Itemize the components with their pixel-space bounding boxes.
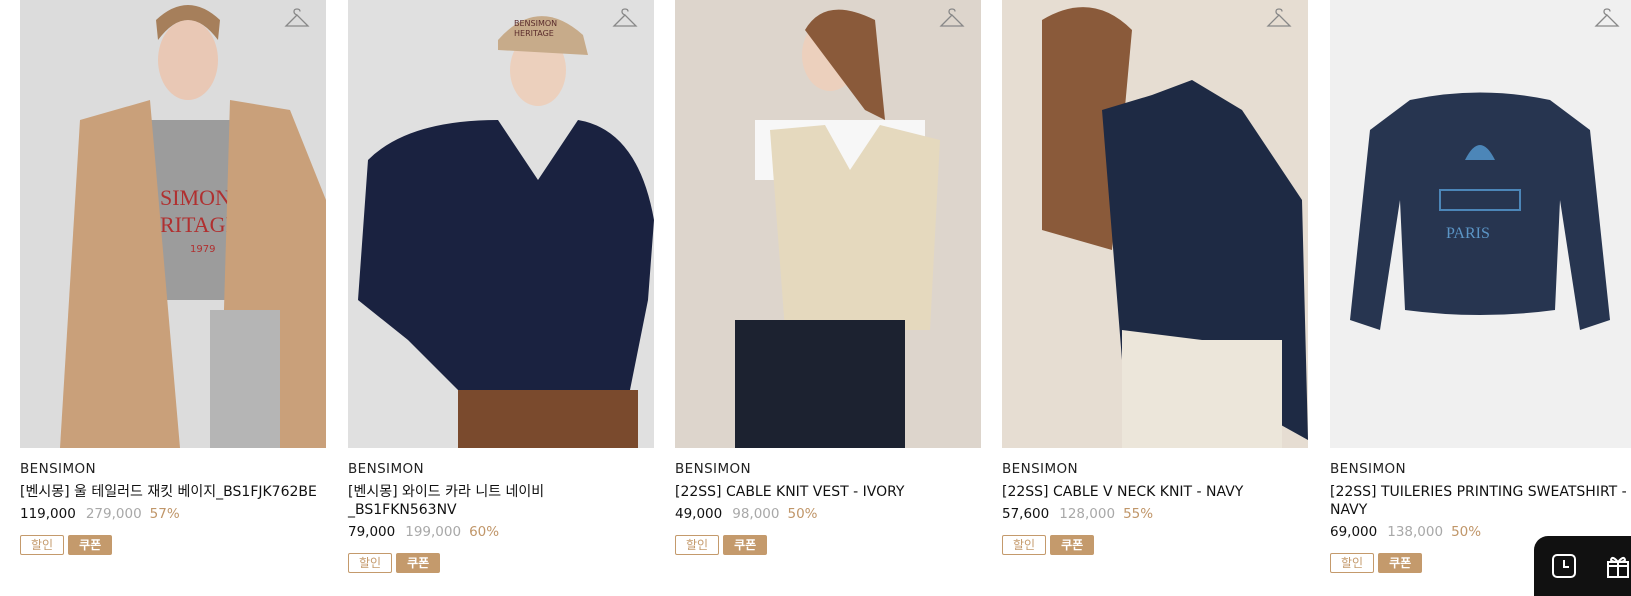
product-brand: BENSIMON — [1330, 461, 1407, 477]
coupon-badge: 쿠폰 — [1378, 553, 1423, 573]
coupon-badge: 쿠폰 — [1050, 535, 1095, 555]
cap-print-line2: HERITAGE — [514, 29, 554, 38]
product-card[interactable]: BENSIMON [22SS] CABLE V NECK KNIT - NAVY… — [1002, 0, 1308, 555]
sweater-print-line1: SIMON — [160, 185, 231, 210]
sweatshirt-print-text: PARIS — [1446, 225, 1490, 242]
hanger-icon[interactable] — [1594, 8, 1620, 30]
product-photo — [675, 0, 981, 448]
product-brand: BENSIMON — [675, 461, 752, 477]
product-image[interactable] — [675, 0, 981, 448]
tag-row: 할인 쿠폰 — [20, 535, 326, 555]
sale-badge: 할인 — [348, 553, 393, 573]
sale-badge: 할인 — [675, 535, 720, 555]
discount-rate: 60% — [469, 524, 500, 540]
product-name[interactable]: [22SS] TUILERIES PRINTING SWEATSHIRT - N… — [1330, 483, 1630, 519]
sale-price: 49,000 — [675, 506, 723, 522]
price-row: 57,600 128,000 55% — [1002, 505, 1308, 523]
product-brand: BENSIMON — [20, 461, 97, 477]
original-price: 138,000 — [1387, 524, 1444, 540]
product-brand: BENSIMON — [348, 461, 425, 477]
discount-rate: 50% — [1451, 524, 1482, 540]
product-photo — [1002, 0, 1308, 448]
product-image[interactable]: BENSIMON HERITAGE — [348, 0, 654, 448]
product-brand: BENSIMON — [1002, 461, 1079, 477]
cap-print-line1: BENSIMON — [514, 19, 557, 28]
product-photo: BENSIMON HERITAGE — [348, 0, 654, 448]
discount-rate: 50% — [787, 506, 818, 522]
sweater-print-line3: 1979 — [190, 244, 215, 255]
gift-icon[interactable] — [1604, 552, 1631, 580]
hanger-icon[interactable] — [1266, 8, 1292, 30]
price-row: 79,000 199,000 60% — [348, 523, 654, 541]
price-row: 119,000 279,000 57% — [20, 505, 326, 523]
discount-rate: 55% — [1123, 506, 1154, 522]
product-card[interactable]: PARIS BENSIMON [22SS] TUILERIES PRINTING… — [1330, 0, 1631, 573]
product-card[interactable]: BENSIMON [22SS] CABLE KNIT VEST - IVORY … — [675, 0, 981, 555]
product-name[interactable]: [22SS] CABLE KNIT VEST - IVORY — [675, 483, 975, 501]
tag-row: 할인 쿠폰 — [348, 553, 654, 573]
product-image[interactable]: PARIS — [1330, 0, 1631, 448]
sale-badge: 할인 — [1330, 553, 1375, 573]
product-photo: SIMON RITAGE 1979 — [20, 0, 326, 448]
sale-badge: 할인 — [1002, 535, 1047, 555]
tag-row: 할인 쿠폰 — [675, 535, 981, 555]
original-price: 279,000 — [85, 506, 142, 522]
quick-dock — [1534, 536, 1631, 596]
product-name[interactable]: [22SS] CABLE V NECK KNIT - NAVY — [1002, 483, 1302, 501]
product-card[interactable]: BENSIMON HERITAGE BENSIMON [벤시몽] 와이드 카라 … — [348, 0, 654, 573]
coupon-badge: 쿠폰 — [723, 535, 768, 555]
product-name[interactable]: [벤시몽] 와이드 카라 니트 네이비_BS1FKN563NV — [348, 483, 648, 519]
sale-price: 57,600 — [1002, 506, 1050, 522]
sale-price: 69,000 — [1330, 524, 1378, 540]
product-card[interactable]: SIMON RITAGE 1979 BENSIMON [벤시몽] 울 테일러드 … — [20, 0, 326, 555]
product-name[interactable]: [벤시몽] 울 테일러드 재킷 베이지_BS1FJK762BE — [20, 483, 320, 501]
hanger-icon[interactable] — [284, 8, 310, 30]
tag-row: 할인 쿠폰 — [1002, 535, 1308, 555]
sale-price: 79,000 — [348, 524, 396, 540]
product-grid: SIMON RITAGE 1979 BENSIMON [벤시몽] 울 테일러드 … — [0, 0, 1631, 587]
product-photo: PARIS — [1330, 0, 1631, 448]
coupon-badge: 쿠폰 — [396, 553, 441, 573]
original-price: 128,000 — [1059, 506, 1116, 522]
original-price: 98,000 — [732, 506, 780, 522]
hanger-icon[interactable] — [612, 8, 638, 30]
product-image[interactable]: SIMON RITAGE 1979 — [20, 0, 326, 448]
sale-badge: 할인 — [20, 535, 65, 555]
product-image[interactable] — [1002, 0, 1308, 448]
original-price: 199,000 — [405, 524, 462, 540]
hanger-icon[interactable] — [939, 8, 965, 30]
clock-icon[interactable] — [1550, 552, 1578, 580]
price-row: 49,000 98,000 50% — [675, 505, 981, 523]
sale-price: 119,000 — [20, 506, 76, 522]
coupon-badge: 쿠폰 — [68, 535, 113, 555]
discount-rate: 57% — [149, 506, 180, 522]
